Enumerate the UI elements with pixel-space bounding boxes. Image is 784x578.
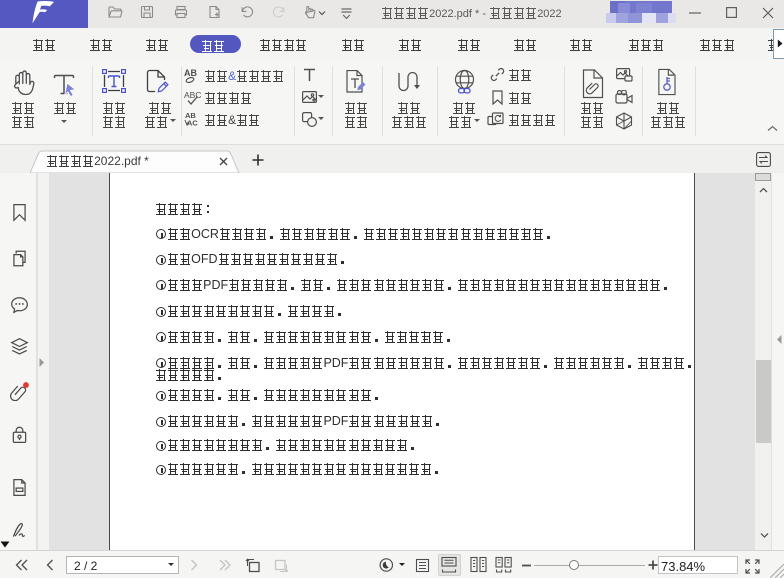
svg-text:ABC: ABC	[184, 90, 201, 100]
svg-text:AC: AC	[187, 119, 198, 127]
svg-text:AB: AB	[184, 68, 197, 78]
